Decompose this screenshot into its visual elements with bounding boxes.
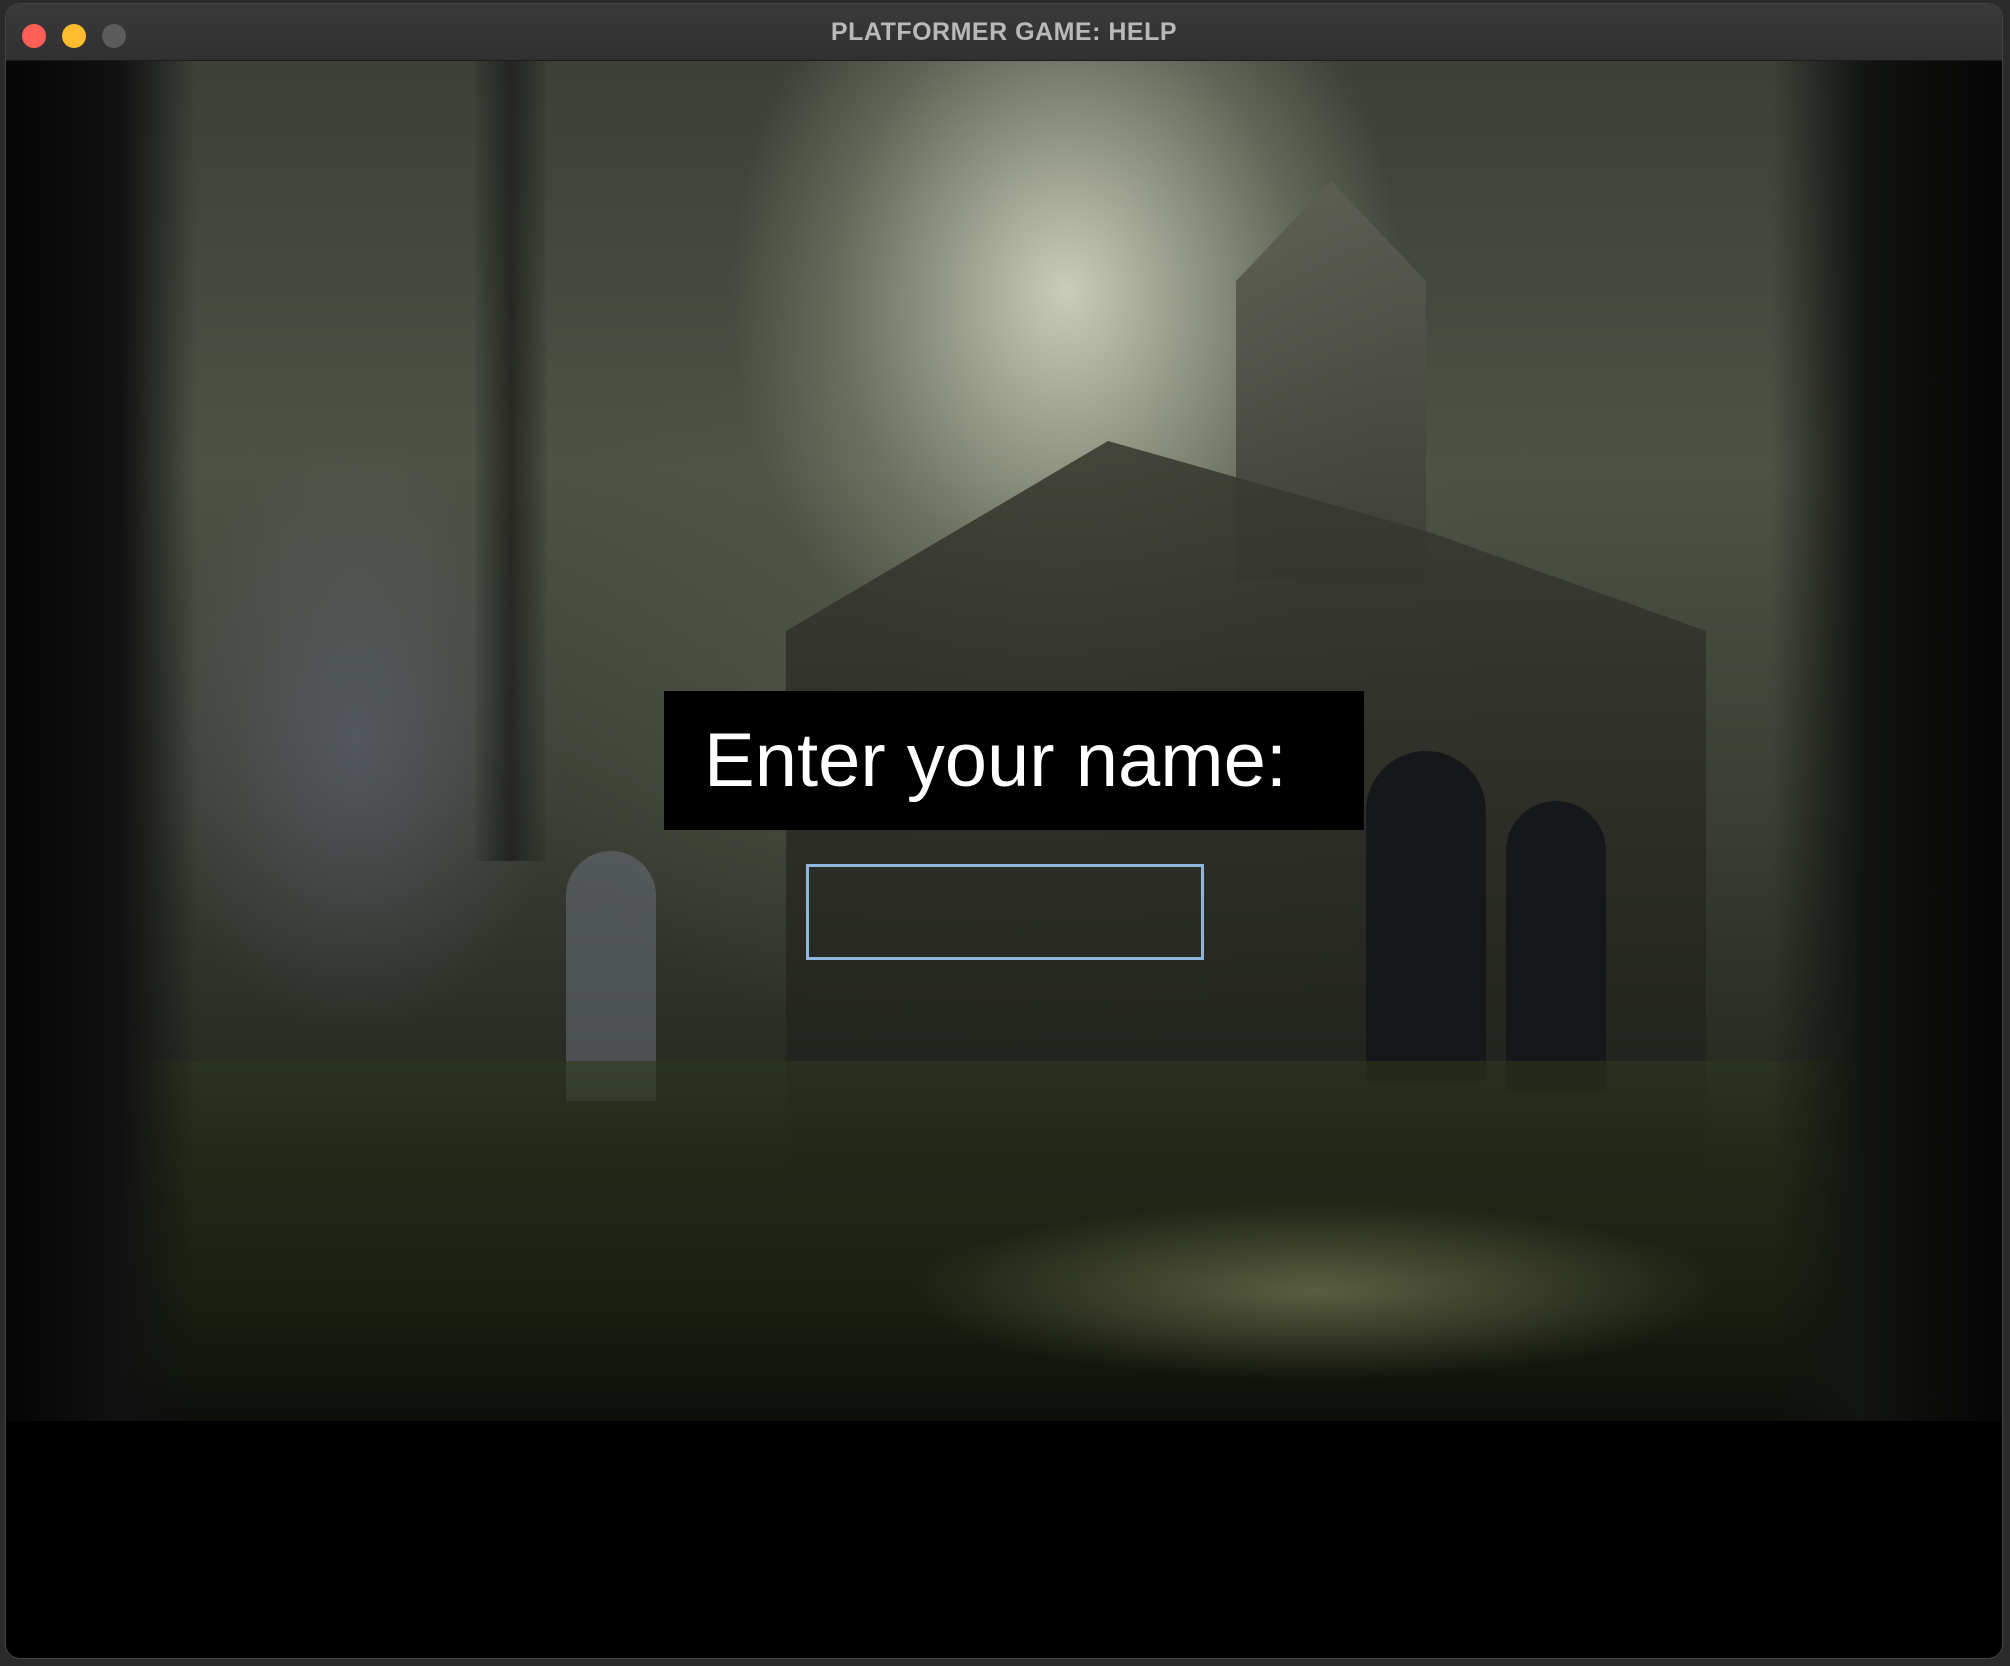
tree-left: [6, 61, 196, 1421]
name-input[interactable]: [806, 864, 1204, 960]
puddle-reflection: [906, 1201, 1726, 1381]
tree-trunk: [476, 61, 546, 861]
chapel-arch: [1506, 801, 1606, 1091]
name-prompt-label: Enter your name:: [704, 718, 1287, 803]
title-bar: PLATFORMER GAME: HELP: [6, 4, 2002, 61]
chapel-arch: [1366, 751, 1486, 1081]
name-prompt-box: Enter your name:: [664, 691, 1364, 830]
window-title: PLATFORMER GAME: HELP: [830, 18, 1178, 46]
bottom-bar: [6, 1421, 2002, 1658]
tree-right: [1772, 61, 2002, 1421]
game-window: PLATFORMER GAME: HELP Enter your name:: [6, 4, 2002, 1658]
